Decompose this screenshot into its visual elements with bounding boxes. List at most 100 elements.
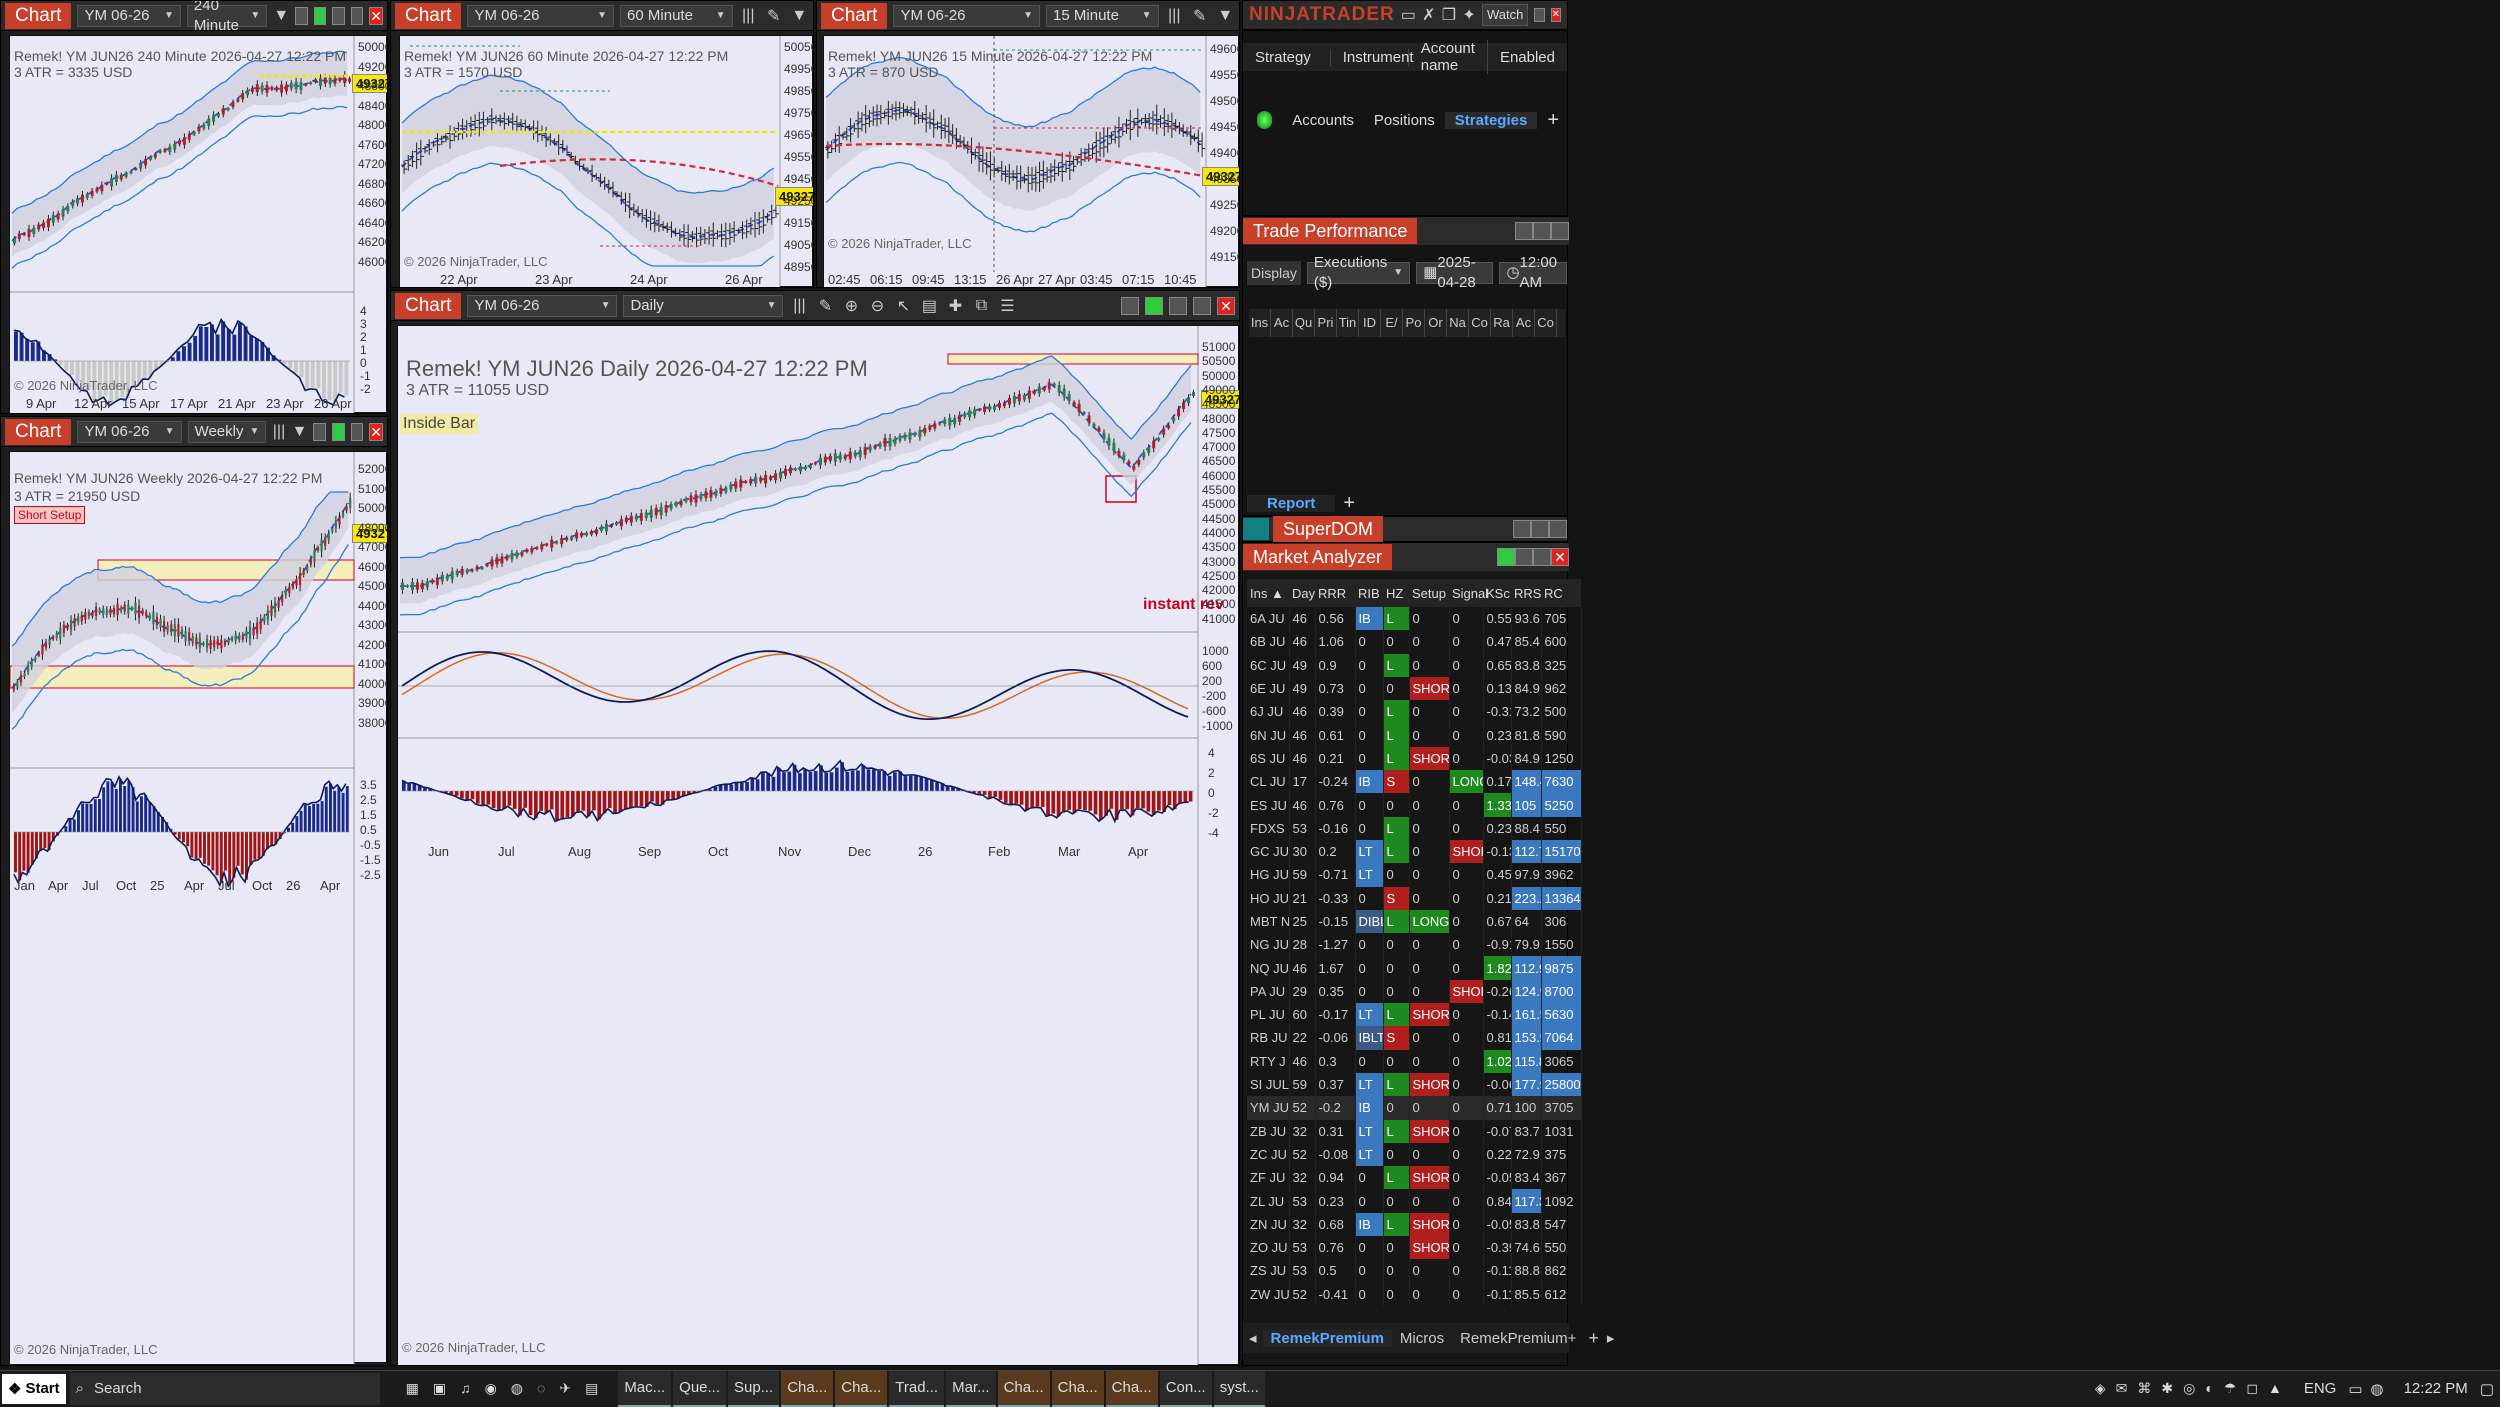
maximize-button[interactable] xyxy=(1533,222,1551,240)
table-row[interactable]: PL JU60-0.17LTLSHOR0-0.14161.55630 xyxy=(1247,1003,1581,1026)
link-button[interactable] xyxy=(314,7,327,25)
taskbar-app[interactable]: Sup... xyxy=(728,1371,779,1407)
table-row[interactable]: YM JU52-0.2IB0000.711003705 xyxy=(1247,1096,1581,1119)
instrument-selector[interactable]: YM 06-26▼ xyxy=(77,421,181,443)
ma-column-header[interactable]: RRS xyxy=(1511,579,1541,607)
lightbulb-icon[interactable]: ✦ xyxy=(1462,5,1476,25)
close-button[interactable] xyxy=(1551,222,1569,240)
ma-column-header[interactable]: HZ xyxy=(1383,579,1409,607)
col-account[interactable]: Account name xyxy=(1409,40,1488,74)
table-row[interactable]: ZN JU320.68IBLSHOR0-0.0583.8547 xyxy=(1247,1213,1581,1236)
trade-performance-column[interactable]: Tin xyxy=(1337,309,1359,337)
link-button[interactable] xyxy=(332,423,345,441)
trade-performance-column[interactable]: ID xyxy=(1359,309,1381,337)
pencil-icon[interactable]: ✎ xyxy=(1190,6,1210,26)
trade-performance-column[interactable]: Po xyxy=(1403,309,1425,337)
bar-type-icon[interactable]: ||| xyxy=(1165,7,1185,25)
pinned-icons[interactable]: ▦▣♫◉◍◌✈▤ xyxy=(400,1371,619,1407)
monitor-icon[interactable]: ▭ xyxy=(1401,5,1416,25)
table-row[interactable]: 6J JU460.390L00-0.3173.2500 xyxy=(1247,700,1581,723)
ma-column-header[interactable]: KSc xyxy=(1483,579,1511,607)
table-row[interactable]: NG JU28-1.270000-0.9179.91550 xyxy=(1247,933,1581,956)
ma-column-header[interactable]: RIB xyxy=(1355,579,1383,607)
link-button[interactable] xyxy=(1497,548,1515,566)
trade-performance-column[interactable]: Ac xyxy=(1513,309,1535,337)
window-button[interactable] xyxy=(295,7,308,25)
taskbar-app[interactable]: Mar... xyxy=(946,1371,996,1407)
crosshair-icon[interactable]: ✚ xyxy=(945,296,965,316)
period-selector[interactable]: Daily▼ xyxy=(623,295,783,317)
maximize-button[interactable] xyxy=(1533,548,1551,566)
table-row[interactable]: 6C JU490.90L000.6583.8325 xyxy=(1247,654,1581,677)
col-enabled[interactable]: Enabled xyxy=(1488,49,1567,66)
price-pane[interactable]: Remek! YM JUN26 Daily 2026-04-27 12:22 P… xyxy=(397,325,1239,1365)
trade-performance-column[interactable]: Pri xyxy=(1315,309,1337,337)
table-row[interactable]: ZC JU52-0.08LT0000.2272.9375 xyxy=(1247,1143,1581,1166)
ma-column-header[interactable]: Ins ▲ xyxy=(1247,579,1289,607)
table-row[interactable]: 6N JU460.610L000.2381.8590 xyxy=(1247,723,1581,746)
maximize-button[interactable] xyxy=(1531,520,1549,538)
window-button[interactable] xyxy=(313,423,326,441)
minimize-button[interactable] xyxy=(332,7,345,25)
ma-column-header[interactable]: RC xyxy=(1541,579,1581,607)
scroll-right-icon[interactable]: ▸ xyxy=(1603,1329,1619,1347)
taskbar-app[interactable]: Cha... xyxy=(1052,1371,1104,1407)
trade-performance-column[interactable]: Qu xyxy=(1293,309,1315,337)
chart-label[interactable]: Chart xyxy=(395,293,461,319)
dropdown-arrow-icon[interactable]: ▼ xyxy=(273,7,289,25)
table-row[interactable]: 6A JU460.56IBL000.5593.6705 xyxy=(1247,607,1581,630)
taskbar-app[interactable]: Que... xyxy=(673,1371,726,1407)
taskbar-app[interactable]: Cha... xyxy=(1106,1371,1158,1407)
trade-performance-column[interactable]: Or xyxy=(1425,309,1447,337)
ma-column-header[interactable]: RRR xyxy=(1315,579,1355,607)
bar-type-icon[interactable]: ||| xyxy=(272,423,285,441)
trade-performance-column[interactable]: Ins xyxy=(1249,309,1271,337)
chart-label[interactable]: Chart xyxy=(395,3,461,29)
instrument-selector[interactable]: YM 06-26▼ xyxy=(77,5,180,27)
minimize-button[interactable] xyxy=(1513,520,1531,538)
table-row[interactable]: ZW JU52-0.410000-0.1185.5612 xyxy=(1247,1283,1581,1306)
chart-label[interactable]: Chart xyxy=(821,3,887,29)
tab-positions[interactable]: Positions xyxy=(1364,112,1445,129)
add-tab-button[interactable]: + xyxy=(1335,492,1363,515)
table-row[interactable]: RTY J460.300001.02115.83065 xyxy=(1247,1050,1581,1073)
date-picker[interactable]: ▦2025-04-28 xyxy=(1416,262,1493,284)
tab-remekpremium[interactable]: RemekPremium xyxy=(1263,1330,1392,1347)
bar-type-icon[interactable]: ||| xyxy=(739,7,759,25)
ma-column-header[interactable]: Signal xyxy=(1449,579,1483,607)
close-button[interactable]: ✕ xyxy=(1551,548,1569,566)
col-strategy[interactable]: Strategy xyxy=(1243,49,1331,66)
table-row[interactable]: 6B JU461.0600000.4785.4600 xyxy=(1247,630,1581,653)
tools-icon[interactable]: ✗ xyxy=(1422,5,1436,25)
taskbar-app[interactable]: Con... xyxy=(1160,1371,1212,1407)
period-selector[interactable]: 60 Minute▼ xyxy=(620,5,732,27)
table-row[interactable]: ZB JU320.31LTLSHOR0-0.0783.71031 xyxy=(1247,1120,1581,1143)
price-pane[interactable]: Remek! YM JUN26 240 Minute 2026-04-27 12… xyxy=(9,35,387,413)
trade-performance-column[interactable]: E/ xyxy=(1381,309,1403,337)
maximize-button[interactable] xyxy=(351,7,364,25)
pointer-icon[interactable]: ↖ xyxy=(893,296,913,316)
table-row[interactable]: ZS JU530.50000-0.1188.8862 xyxy=(1247,1259,1581,1282)
taskbar-app[interactable]: syst... xyxy=(1214,1371,1265,1407)
window-button[interactable] xyxy=(1121,297,1139,315)
minimize-button[interactable] xyxy=(1169,297,1187,315)
table-row[interactable]: HG JU59-0.71LT0000.4597.93962 xyxy=(1247,863,1581,886)
table-row[interactable]: 6E JU490.7300SHOR00.1384.9962 xyxy=(1247,677,1581,700)
period-selector[interactable]: 240 Minute▼ xyxy=(187,5,267,27)
trade-performance-column[interactable]: Na xyxy=(1447,309,1469,337)
table-row[interactable]: FDXS53-0.160L000.2388.4550 xyxy=(1247,817,1581,840)
data-box-icon[interactable]: ▤ xyxy=(919,296,939,316)
period-selector[interactable]: 15 Minute▼ xyxy=(1046,5,1158,27)
taskbar-app[interactable]: Cha... xyxy=(781,1371,833,1407)
dropdown-arrow-icon[interactable]: ▼ xyxy=(292,423,308,441)
table-row[interactable]: ZL JU530.2300000.84117.31092 xyxy=(1247,1189,1581,1212)
close-button[interactable]: ✕ xyxy=(1217,297,1235,315)
table-row[interactable]: ES JU460.7600001.331055250 xyxy=(1247,793,1581,816)
close-button[interactable]: ✕ xyxy=(1551,8,1561,22)
price-pane[interactable]: Remek! YM JUN26 Weekly 2026-04-27 12:22 … xyxy=(9,451,387,1363)
chart-label[interactable]: Chart xyxy=(5,419,71,445)
trade-performance-column[interactable]: Ra xyxy=(1491,309,1513,337)
trade-performance-column[interactable]: Co xyxy=(1469,309,1491,337)
taskbar-app[interactable]: Trad... xyxy=(889,1371,944,1407)
link-button[interactable] xyxy=(1145,297,1163,315)
